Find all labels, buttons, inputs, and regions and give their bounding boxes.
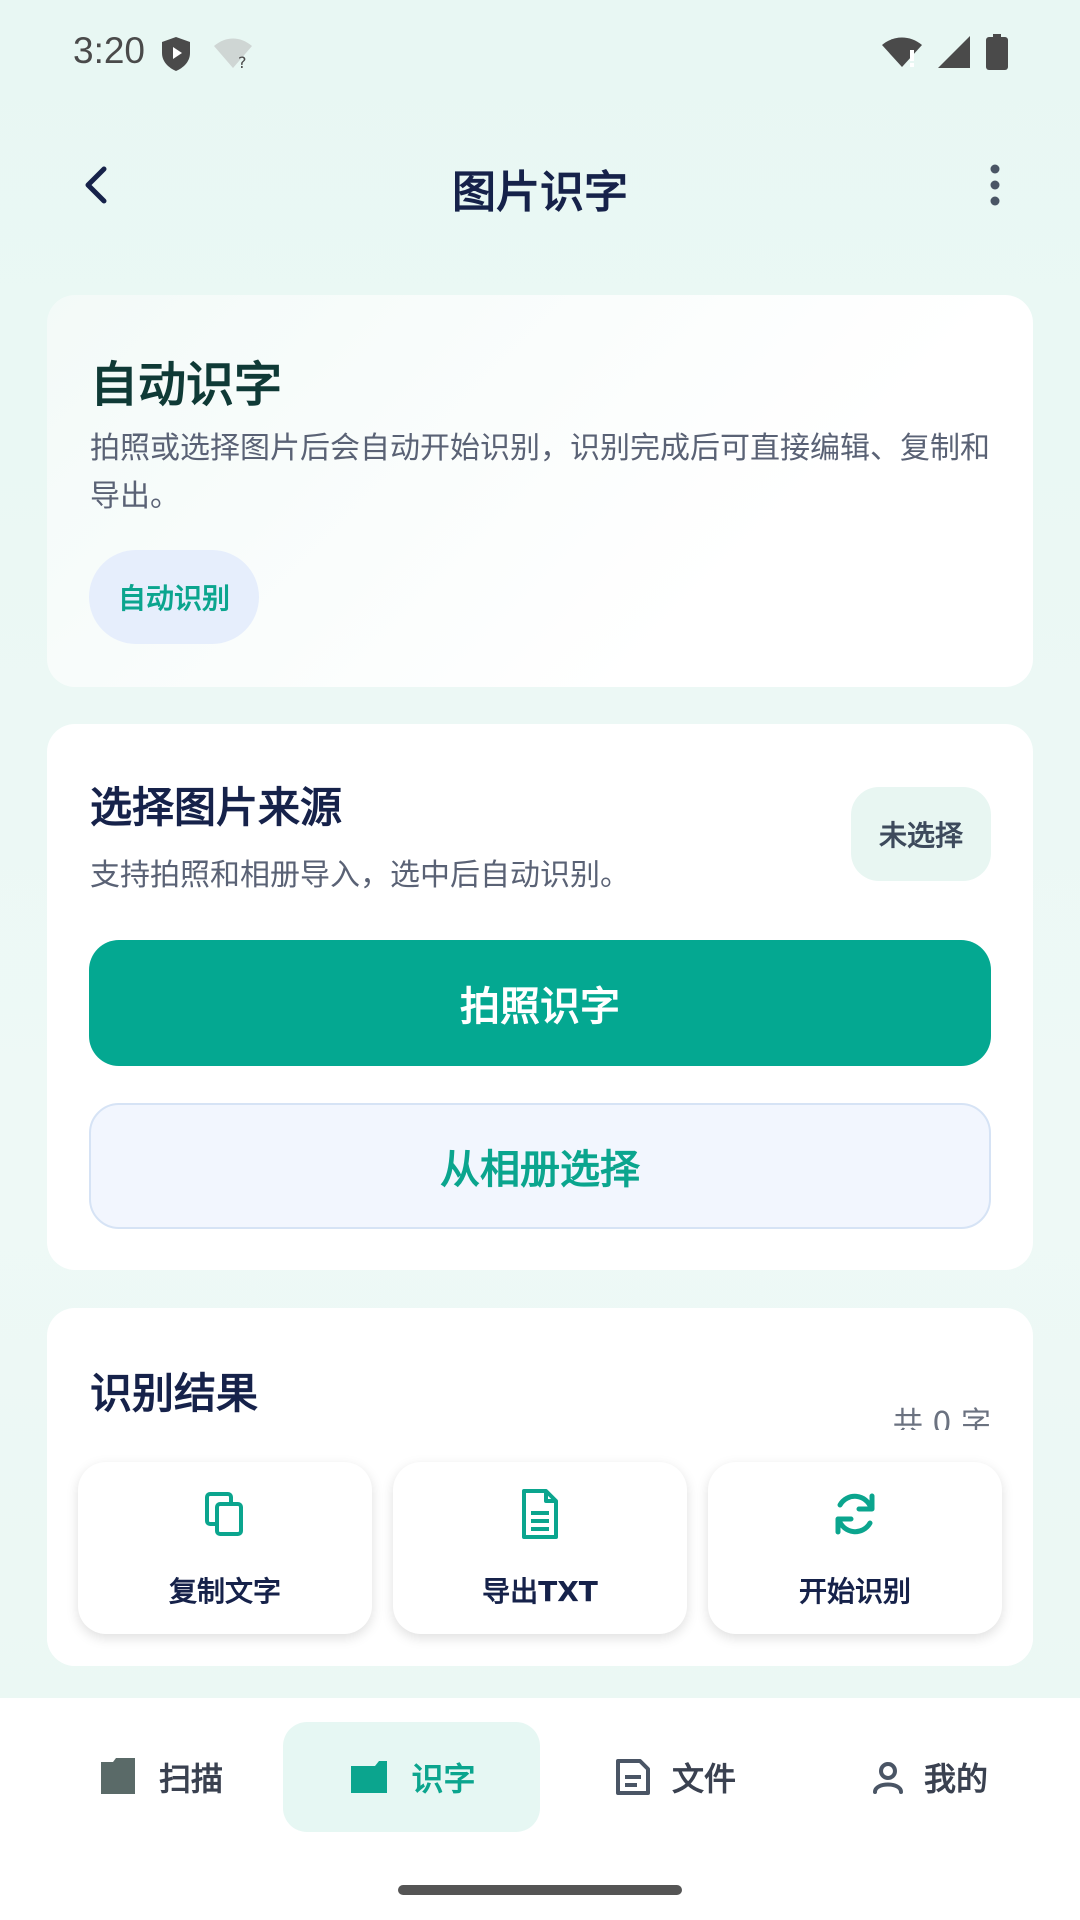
copy-text-label: 复制文字 xyxy=(168,1575,281,1608)
nav-label-me: 我的 xyxy=(923,1760,988,1798)
actions-panel: 复制文字 导出TXT 开始识别 xyxy=(47,1430,1033,1666)
nav-item-me[interactable]: 我的 xyxy=(850,1722,1010,1832)
nav-label-ocr: 识字 xyxy=(411,1760,476,1798)
source-description: 支持拍照和相册导入，选中后自动识别。 xyxy=(90,858,630,893)
copy-text-button[interactable]: 复制文字 xyxy=(78,1462,372,1634)
more-vertical-icon xyxy=(990,164,1000,206)
wifi-unknown-icon: ? xyxy=(214,38,252,70)
result-title: 识别结果 xyxy=(90,1369,259,1418)
app-bar: 图片识字 xyxy=(0,130,1080,240)
page-title: 图片识字 xyxy=(452,167,628,218)
auto-recognize-chip: 自动识别 xyxy=(89,550,259,644)
ocr-icon xyxy=(351,1761,388,1793)
nav-item-scan[interactable]: 扫描 xyxy=(60,1722,260,1832)
camera-ocr-button[interactable]: 拍照识字 xyxy=(89,940,991,1066)
nav-item-ocr[interactable]: 识字 xyxy=(283,1722,540,1832)
battery-icon xyxy=(986,34,1008,70)
file-icon xyxy=(615,1759,650,1795)
selection-status-badge: 未选择 xyxy=(851,787,991,881)
status-bar: 3:20 ? xyxy=(0,0,1080,105)
export-txt-button[interactable]: 导出TXT xyxy=(393,1462,687,1634)
wifi-alert-icon xyxy=(882,37,922,67)
hero-description: 拍照或选择图片后会自动开始识别，识别完成后可直接编辑、复制和导出。 xyxy=(90,431,990,514)
hero-title: 自动识字 xyxy=(90,357,283,413)
person-icon xyxy=(872,1762,903,1794)
svg-text:?: ? xyxy=(238,53,247,70)
refresh-icon xyxy=(835,1493,875,1535)
document-icon xyxy=(522,1489,558,1539)
export-txt-label: 导出TXT xyxy=(482,1575,598,1608)
nav-label-scan: 扫描 xyxy=(158,1760,223,1798)
source-title: 选择图片来源 xyxy=(90,783,343,832)
album-select-button[interactable]: 从相册选择 xyxy=(89,1103,991,1229)
nav-label-files: 文件 xyxy=(671,1760,736,1798)
home-indicator[interactable] xyxy=(398,1885,682,1895)
status-time: 3:20 xyxy=(73,30,146,71)
bottom-navigation: 扫描 识字 文件 我的 xyxy=(0,1698,1080,1920)
nav-item-files[interactable]: 文件 xyxy=(590,1722,760,1832)
result-card: 识别结果 共 0 字 复制文字 导出TXT 开始识别 xyxy=(47,1308,1033,1666)
image-source-card: 选择图片来源 支持拍照和相册导入，选中后自动识别。 未选择 拍照识字 从相册选择 xyxy=(47,724,1033,1270)
cell-signal-icon xyxy=(938,36,970,68)
scan-icon xyxy=(100,1758,135,1794)
shield-icon xyxy=(162,37,190,71)
copy-icon xyxy=(205,1492,243,1536)
auto-ocr-card: 自动识字 拍照或选择图片后会自动开始识别，识别完成后可直接编辑、复制和导出。 自… xyxy=(47,295,1033,687)
more-options-button[interactable] xyxy=(970,160,1020,210)
start-recognition-label: 开始识别 xyxy=(798,1575,911,1608)
start-recognition-button[interactable]: 开始识别 xyxy=(708,1462,1002,1634)
